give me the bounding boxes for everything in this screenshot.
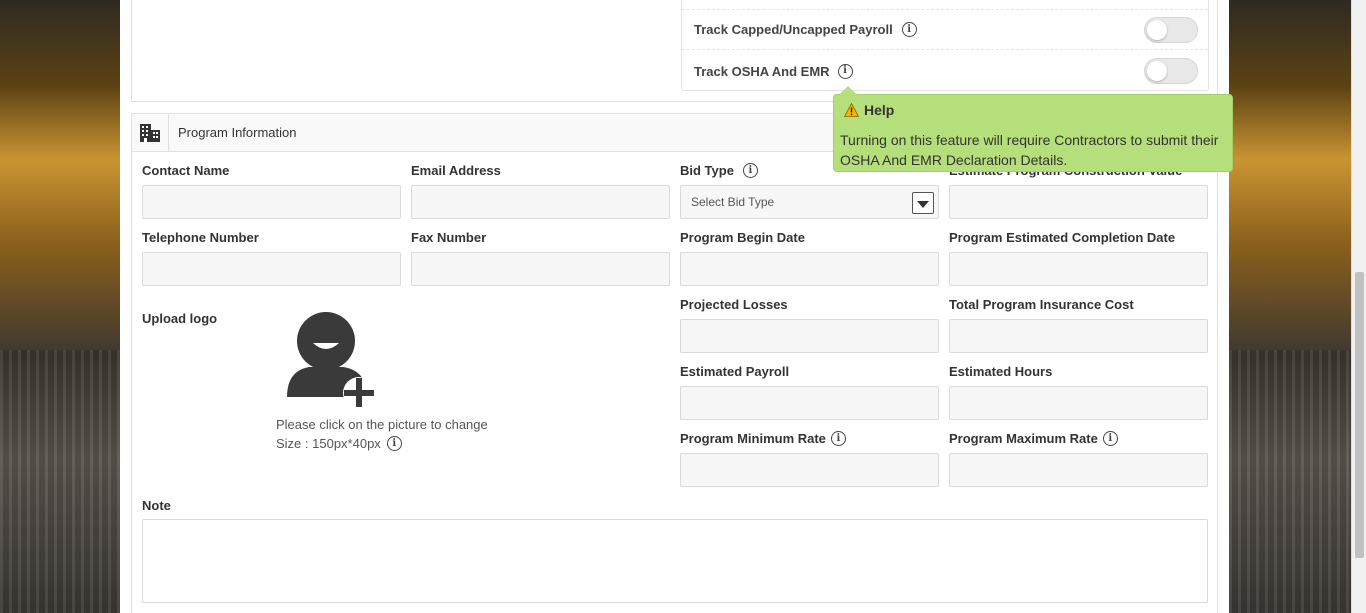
info-icon[interactable]: i <box>742 163 758 178</box>
note-label: Note <box>142 498 171 513</box>
setting-label-osha-emr: Track OSHA And EMR <box>694 63 830 79</box>
bid-type-select[interactable]: Select Bid Type <box>680 185 939 219</box>
upload-size-wrap: Size : 150px*40px i <box>276 436 402 451</box>
setting-row-osha-emr: Track OSHA And EMR i <box>682 51 1208 91</box>
program-minimum-rate-label-wrap: Program Minimum Rate i <box>680 431 846 446</box>
info-icon[interactable]: i <box>830 431 846 446</box>
note-textarea[interactable] <box>142 519 1208 603</box>
total-program-insurance-cost-label: Total Program Insurance Cost <box>949 297 1134 312</box>
program-title: Program Information <box>178 125 297 140</box>
contact-name-label: Contact Name <box>142 163 230 178</box>
tooltip-header: Help <box>844 102 894 118</box>
help-tooltip: Help Turning on this feature will requir… <box>833 86 1233 172</box>
email-address-label: Email Address <box>411 163 501 178</box>
estimate-construction-value-input[interactable] <box>949 185 1208 219</box>
projected-losses-label: Projected Losses <box>680 297 788 312</box>
program-minimum-rate-label: Program Minimum Rate <box>680 431 826 446</box>
projected-losses-input[interactable] <box>680 319 939 353</box>
background-photo-left <box>0 0 120 613</box>
program-maximum-rate-label: Program Maximum Rate <box>949 431 1098 446</box>
program-begin-date-input[interactable] <box>680 252 939 286</box>
bid-type-label: Bid Type <box>680 163 734 178</box>
warning-icon <box>844 103 859 117</box>
upload-logo-label: Upload logo <box>142 311 218 326</box>
estimated-payroll-input[interactable] <box>680 386 939 420</box>
capped-payroll-toggle[interactable] <box>1144 17 1198 43</box>
osha-emr-toggle[interactable] <box>1144 58 1198 84</box>
setting-row-hidden <box>682 0 1208 10</box>
program-estimated-completion-date-input[interactable] <box>949 252 1208 286</box>
program-maximum-rate-input[interactable] <box>949 453 1208 487</box>
info-icon[interactable]: i <box>386 436 402 451</box>
tooltip-title: Help <box>864 102 895 118</box>
setting-row-capped-payroll: Track Capped/Uncapped Payroll i <box>682 10 1208 50</box>
background-photo-right <box>1229 0 1351 613</box>
info-icon[interactable]: i <box>837 63 853 79</box>
chevron-down-icon[interactable] <box>912 192 934 214</box>
program-estimated-completion-date-label: Program Estimated Completion Date <box>949 230 1176 245</box>
program-maximum-rate-label-wrap: Program Maximum Rate i <box>949 431 1118 446</box>
bid-type-label-wrap: Bid Type i <box>680 163 758 178</box>
content-panel: Track Capped/Uncapped Payroll i Track OS… <box>120 0 1229 613</box>
upload-hint: Please click on the picture to change <box>276 417 488 432</box>
estimated-hours-label: Estimated Hours <box>949 364 1053 379</box>
building-icon <box>132 114 169 151</box>
bid-type-select-value: Select Bid Type <box>691 195 775 209</box>
telephone-number-input[interactable] <box>142 252 401 286</box>
scrollbar-thumb[interactable] <box>1355 272 1364 558</box>
fax-number-input[interactable] <box>411 252 670 286</box>
settings-card: Track Capped/Uncapped Payroll i Track OS… <box>131 0 1218 102</box>
program-minimum-rate-input[interactable] <box>680 453 939 487</box>
settings-toggle-list: Track Capped/Uncapped Payroll i Track OS… <box>681 0 1209 91</box>
page-scrollbar[interactable] <box>1351 0 1366 613</box>
fax-number-label: Fax Number <box>411 230 487 245</box>
estimated-hours-input[interactable] <box>949 386 1208 420</box>
telephone-number-label: Telephone Number <box>142 230 259 245</box>
add-user-icon[interactable] <box>285 311 379 409</box>
email-address-input[interactable] <box>411 185 670 219</box>
total-program-insurance-cost-input[interactable] <box>949 319 1208 353</box>
contact-name-input[interactable] <box>142 185 401 219</box>
tooltip-body: Turning on this feature will require Con… <box>840 132 1219 168</box>
estimated-payroll-label: Estimated Payroll <box>680 364 790 379</box>
program-begin-date-label: Program Begin Date <box>680 230 805 245</box>
upload-size: Size : 150px*40px <box>276 436 381 451</box>
info-icon[interactable]: i <box>901 22 917 37</box>
info-icon[interactable]: i <box>1102 431 1118 446</box>
setting-label-capped-payroll: Track Capped/Uncapped Payroll <box>694 22 893 37</box>
program-information-card: Program Information Contact Name Email A… <box>131 113 1218 613</box>
